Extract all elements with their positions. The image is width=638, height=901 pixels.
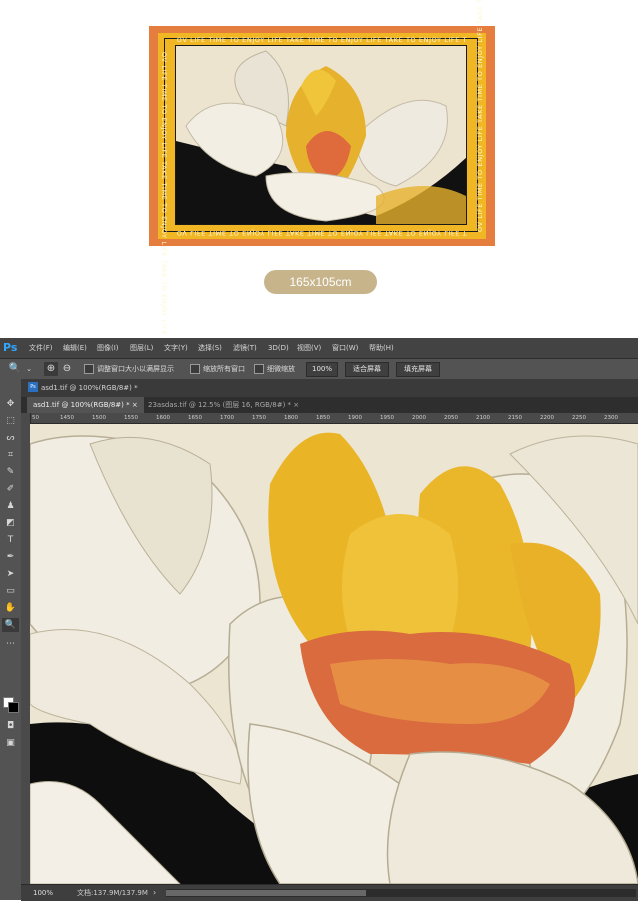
marquee-tool-icon[interactable]: ⬚ xyxy=(2,414,19,428)
eraser-tool-icon[interactable]: ◩ xyxy=(2,516,19,530)
menu-bar: Ps 文件(F) 编辑(E) 图像(I) 图层(L) 文字(Y) 选择(S) 滤… xyxy=(0,338,638,358)
ruler-tick: 1850 xyxy=(316,415,330,421)
zoom-out-icon[interactable]: ⊖ xyxy=(60,362,74,376)
ruler-tick: 2100 xyxy=(476,415,490,421)
ruler-tick: 2150 xyxy=(508,415,522,421)
screen-mode-icon[interactable]: ▣ xyxy=(2,736,19,750)
rectangle-tool-icon[interactable]: ▭ xyxy=(2,584,19,598)
ruler-tick: 2000 xyxy=(412,415,426,421)
pen-tool-icon[interactable]: ✒ xyxy=(2,550,19,564)
ruler-tick: 1550 xyxy=(124,415,138,421)
ruler-tick: 1600 xyxy=(156,415,170,421)
ruler-tick: 1800 xyxy=(284,415,298,421)
zoom-in-icon[interactable]: ⊕ xyxy=(44,362,58,376)
menu-image[interactable]: 图像(I) xyxy=(97,338,119,358)
ruler-tick: 2200 xyxy=(540,415,554,421)
ruler-tick: 1700 xyxy=(220,415,234,421)
status-bar: 100% 文档:137.9M/137.9M › xyxy=(21,884,638,901)
document-canvas[interactable] xyxy=(30,424,638,884)
menu-file[interactable]: 文件(F) xyxy=(29,338,53,358)
menu-type[interactable]: 文字(Y) xyxy=(164,338,188,358)
move-tool-icon[interactable]: ✥ xyxy=(2,397,19,411)
scarf-preview: OV LIFE TIME TO ENJOY LIFE TAKE TIME TO … xyxy=(149,0,495,343)
preset-dropdown-icon[interactable]: ⌄ xyxy=(22,362,36,376)
horizontal-scrollbar[interactable] xyxy=(166,889,636,897)
options-bar: 🔍 ⌄ ⊕ ⊖ 调整窗口大小以满屏显示 缩放所有窗口 细微缩放 100% 适合屏… xyxy=(0,358,638,379)
ruler-tick: 2250 xyxy=(572,415,586,421)
ruler-tick: 2050 xyxy=(444,415,458,421)
hand-tool-icon[interactable]: ✋ xyxy=(2,601,19,615)
type-tool-icon[interactable]: T xyxy=(2,533,19,547)
panel-title: asd1.tif @ 100%(RGB/8#) * xyxy=(41,384,138,392)
brush-tool-icon[interactable]: ✐ xyxy=(2,482,19,496)
ruler-tick: 2300 xyxy=(604,415,618,421)
scrollbar-thumb[interactable] xyxy=(166,890,366,896)
menu-filter[interactable]: 滤镜(T) xyxy=(233,338,257,358)
tab-23asdas[interactable]: 23asdas.tif @ 12.5% (图层 16, RGB/8#) * × xyxy=(142,397,305,413)
ruler-tick: 1750 xyxy=(252,415,266,421)
ruler-tick: 1650 xyxy=(188,415,202,421)
menu-view[interactable]: 视图(V) xyxy=(297,338,321,358)
zoom-all-windows-label: 缩放所有窗口 xyxy=(203,365,245,373)
menu-3d[interactable]: 3D(D) xyxy=(268,338,289,358)
resize-windows-label: 调整窗口大小以满屏显示 xyxy=(97,365,174,373)
menu-help[interactable]: 帮助(H) xyxy=(369,338,394,358)
scarf-border-text-left: OV LIFE TIME TO ENJOY LIFE TAKE TIME TO … xyxy=(160,52,168,343)
photoshop-logo: Ps xyxy=(3,341,18,354)
ruler-tick: 50 xyxy=(32,415,39,421)
ruler-tick: 1900 xyxy=(348,415,362,421)
zoom-tool-icon[interactable]: 🔍 xyxy=(2,618,19,632)
lotus-artwork-thumbnail xyxy=(175,45,467,225)
scarf-border-text-bottom: OV LIFE TIME TO ENJOY LIFE TAKE TIME TO … xyxy=(176,229,468,237)
ruler-tick: 1500 xyxy=(92,415,106,421)
background-color-swatch[interactable] xyxy=(8,702,19,713)
quick-mask-icon[interactable]: ◘ xyxy=(2,719,19,733)
fit-screen-button[interactable]: 适合屏幕 xyxy=(345,362,389,377)
path-select-tool-icon[interactable]: ➤ xyxy=(2,567,19,581)
zoom-100-button[interactable]: 100% xyxy=(306,362,338,377)
ruler-tick: 1450 xyxy=(60,415,74,421)
scarf-border-text-right: OV LIFE TIME TO ENJOY LIFE TAKE TIME TO … xyxy=(476,0,484,232)
menu-select[interactable]: 选择(S) xyxy=(198,338,222,358)
fill-screen-button[interactable]: 填充屏幕 xyxy=(396,362,440,377)
crop-tool-icon[interactable]: ⌗ xyxy=(2,448,19,462)
menu-window[interactable]: 窗口(W) xyxy=(332,338,358,358)
menu-layer[interactable]: 图层(L) xyxy=(130,338,153,358)
lasso-tool-icon[interactable]: ᔕ xyxy=(2,431,19,445)
status-doc-size: 文档:137.9M/137.9M xyxy=(77,889,148,897)
tab-label: asd1.tif @ 100%(RGB/8#) * xyxy=(33,401,130,409)
tab-asd1[interactable]: asd1.tif @ 100%(RGB/8#) * × xyxy=(27,397,144,413)
ruler-tick: 1950 xyxy=(380,415,394,421)
tab-close-icon[interactable]: × xyxy=(132,401,138,409)
size-badge: 165x105cm xyxy=(264,270,377,294)
lotus-artwork-detail xyxy=(30,424,638,884)
ps-document-icon: Ps xyxy=(28,382,38,392)
tab-close-icon[interactable]: × xyxy=(293,401,299,409)
more-tools-icon[interactable]: ⋯ xyxy=(2,637,19,651)
status-arrow-icon[interactable]: › xyxy=(153,885,156,901)
menu-edit[interactable]: 编辑(E) xyxy=(63,338,87,358)
tools-panel: ✥ ⬚ ᔕ ⌗ ✎ ✐ ♟ ◩ T ✒ ➤ ▭ ✋ 🔍 ⋯ ◘ ▣ xyxy=(0,379,22,900)
horizontal-ruler: 50 1450 1500 1550 1600 1650 1700 1750 18… xyxy=(30,413,638,424)
scarf-border-text-top: OV LIFE TIME TO ENJOY LIFE TAKE TIME TO … xyxy=(176,36,468,44)
eyedropper-tool-icon[interactable]: ✎ xyxy=(2,465,19,479)
photoshop-window: Ps 文件(F) 编辑(E) 图像(I) 图层(L) 文字(Y) 选择(S) 滤… xyxy=(0,338,638,901)
resize-windows-checkbox[interactable] xyxy=(84,364,94,374)
zoom-all-windows-checkbox[interactable] xyxy=(190,364,200,374)
scrubby-zoom-label: 细微缩放 xyxy=(267,365,295,373)
stamp-tool-icon[interactable]: ♟ xyxy=(2,499,19,513)
zoom-tool-preset-icon[interactable]: 🔍 xyxy=(8,362,22,376)
tab-label: 23asdas.tif @ 12.5% (图层 16, RGB/8#) * xyxy=(148,401,292,409)
scrubby-zoom-checkbox[interactable] xyxy=(254,364,264,374)
status-zoom-level[interactable]: 100% xyxy=(33,885,53,901)
